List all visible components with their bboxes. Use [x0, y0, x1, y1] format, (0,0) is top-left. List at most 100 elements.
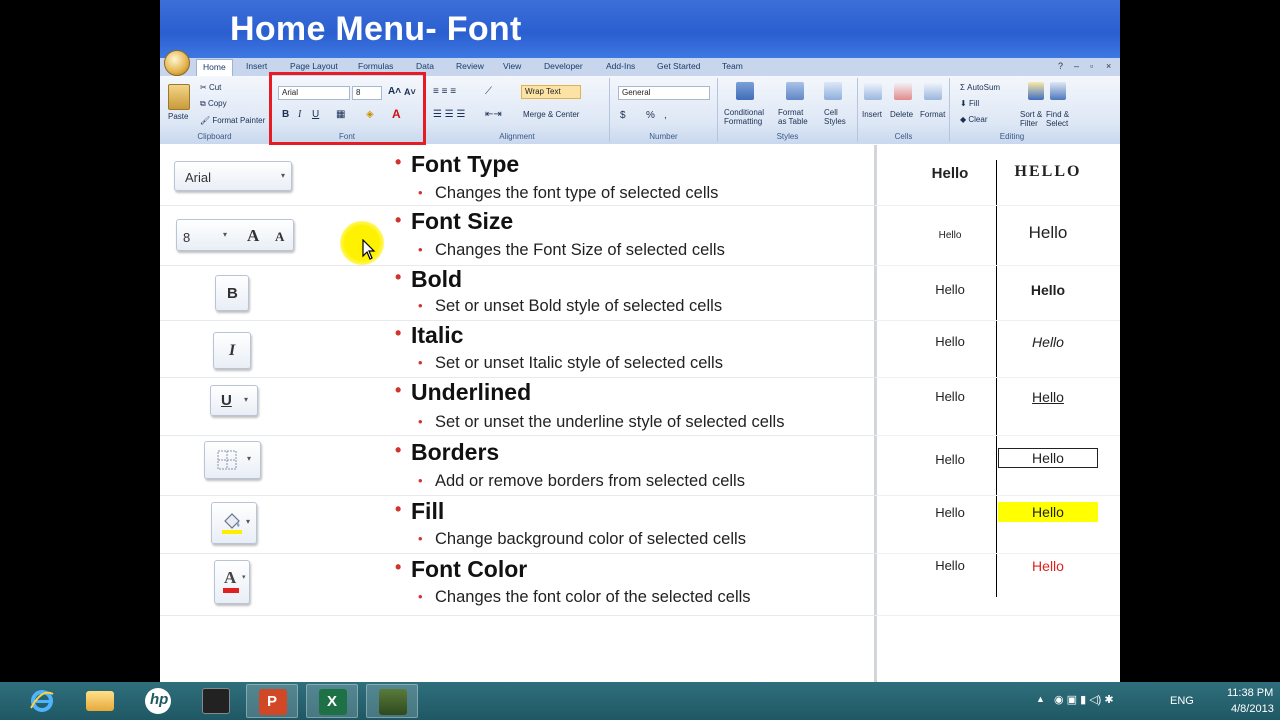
- find-select-label[interactable]: Find & Select: [1046, 110, 1069, 128]
- taskbar-excel[interactable]: X: [306, 684, 358, 718]
- column-divider: [874, 145, 877, 682]
- currency-button[interactable]: $: [620, 110, 626, 121]
- row-separator: [160, 205, 875, 206]
- delete-cells-icon[interactable]: [894, 82, 912, 100]
- close-icon[interactable]: ×: [1106, 61, 1111, 71]
- tab-review[interactable]: Review: [456, 61, 484, 71]
- slide-title-bar: Home Menu- Font: [160, 0, 1120, 60]
- example-before-bold: Hello: [935, 282, 965, 297]
- taskbar-file-explorer[interactable]: [74, 684, 126, 718]
- insert-cells-label[interactable]: Insert: [862, 110, 882, 119]
- autosum-button[interactable]: Σ AutoSum: [960, 83, 1000, 92]
- feature-title-font-type: Font Type: [411, 151, 520, 177]
- conditional-formatting-icon[interactable]: [736, 82, 754, 100]
- alignment-group-label: Alignment: [499, 132, 535, 141]
- clear-button[interactable]: ◆ Clear: [960, 115, 988, 124]
- media-icon: [202, 688, 230, 714]
- taskbar-app[interactable]: [366, 684, 418, 718]
- format-cells-icon[interactable]: [924, 82, 942, 100]
- row-separator: [160, 435, 875, 436]
- fill-button[interactable]: ⬇ Fill: [960, 99, 979, 108]
- format-painter-label: Format Painter: [212, 116, 266, 125]
- conditional-formatting-label[interactable]: Conditional Formatting: [724, 108, 764, 126]
- tab-home[interactable]: Home: [196, 59, 233, 76]
- sort-filter-icon[interactable]: [1028, 82, 1044, 100]
- feature-desc-bold: Set or unset Bold style of selected cell…: [435, 297, 723, 315]
- cells-group: Insert Delete Format Cells: [858, 78, 950, 142]
- feature-desc-italic: Set or unset Italic style of selected ce…: [435, 354, 723, 372]
- align-top-icon[interactable]: ≡ ≡ ≡: [433, 86, 456, 97]
- tab-formulas[interactable]: Formulas: [358, 61, 393, 71]
- taskbar-hp[interactable]: hp: [132, 684, 184, 718]
- cell-styles-label[interactable]: Cell Styles: [824, 108, 846, 126]
- tab-team[interactable]: Team: [722, 61, 743, 71]
- align-left-icon[interactable]: ☰ ☰ ☰: [433, 109, 465, 120]
- tab-view[interactable]: View: [503, 61, 521, 71]
- percent-button[interactable]: %: [646, 110, 655, 121]
- example-after-font-color: Hello: [1032, 558, 1064, 574]
- clipboard-group: Paste ✂ Cut ⧉ Copy 🖌 Format Painter Clip…: [160, 78, 270, 142]
- insert-cells-icon[interactable]: [864, 82, 882, 100]
- hp-icon: hp: [145, 688, 171, 714]
- copy-button[interactable]: ⧉ Copy: [200, 99, 227, 109]
- sub-bullet-icon: •: [418, 473, 423, 488]
- sub-bullet-icon: •: [418, 185, 423, 200]
- font-color-glyph: A: [224, 568, 237, 587]
- tab-page-layout[interactable]: Page Layout: [290, 61, 338, 71]
- comma-button[interactable]: ,: [664, 110, 667, 121]
- find-select-icon[interactable]: [1050, 82, 1066, 100]
- office-button-icon[interactable]: [164, 50, 190, 76]
- clock-date[interactable]: 4/8/2013: [1231, 703, 1274, 715]
- styles-group: Conditional Formatting Format as Table Cel…: [718, 78, 858, 142]
- sort-filter-label[interactable]: Sort & Filter: [1020, 110, 1042, 128]
- feature-desc-font-size: Changes the Font Size of selected cells: [435, 241, 725, 259]
- merge-center-button[interactable]: Merge & Center: [523, 110, 579, 119]
- chevron-down-icon: ▾: [244, 395, 249, 404]
- screen: Home Menu- Font Home Insert Page Layout …: [0, 0, 1280, 720]
- help-icon[interactable]: ?: [1058, 61, 1063, 71]
- language-indicator[interactable]: ENG: [1170, 695, 1194, 707]
- row-separator: [875, 553, 1120, 554]
- example-after-font-type: HELLO: [1014, 163, 1082, 180]
- font-size-value: 8: [183, 230, 191, 245]
- taskbar-internet-explorer[interactable]: [16, 684, 68, 718]
- windows-taskbar: hp P X ▲ ◉ ▣ ▮ ◁) ✱ ENG 11:38 PM 4/8/201…: [0, 682, 1280, 720]
- tab-add-ins[interactable]: Add-Ins: [606, 61, 635, 71]
- taskbar-media[interactable]: [190, 684, 242, 718]
- number-format-select[interactable]: General: [618, 86, 710, 100]
- slide-content: Arial ▾ • Font Type • Changes the font t…: [160, 145, 1120, 682]
- sub-bullet-icon: •: [418, 298, 423, 313]
- feature-desc-borders: Add or remove borders from selected cell…: [435, 472, 745, 490]
- format-cells-label[interactable]: Format: [920, 110, 945, 119]
- indent-icon[interactable]: ⇤⇥: [485, 109, 502, 120]
- tray-app-icons[interactable]: ◉ ▣ ▮ ◁) ✱: [1054, 693, 1114, 706]
- paste-icon[interactable]: [168, 84, 190, 110]
- cell-styles-icon[interactable]: [824, 82, 842, 100]
- row-separator: [875, 495, 1120, 496]
- orientation-icon[interactable]: ⟋: [485, 86, 492, 97]
- format-as-table-label[interactable]: Format as Table: [778, 108, 808, 126]
- wrap-text-button[interactable]: Wrap Text: [521, 85, 581, 99]
- format-as-table-icon[interactable]: [786, 82, 804, 100]
- show-hidden-icons-icon[interactable]: ▲: [1036, 694, 1045, 704]
- feature-title-font-size: Font Size: [411, 208, 514, 234]
- cut-button[interactable]: ✂ Cut: [200, 83, 221, 92]
- format-painter-button[interactable]: 🖌 Format Painter: [200, 116, 265, 125]
- paste-label[interactable]: Paste: [168, 112, 188, 121]
- feature-desc-underlined: Set or unset the underline style of sele…: [435, 413, 785, 431]
- tab-insert[interactable]: Insert: [246, 61, 267, 71]
- tab-data[interactable]: Data: [416, 61, 434, 71]
- restore-icon[interactable]: ▫: [1090, 61, 1093, 71]
- feature-desc-font-type: Changes the font type of selected cells: [435, 184, 719, 202]
- system-tray: ▲ ◉ ▣ ▮ ◁) ✱ ENG 11:38 PM 4/8/2013: [1020, 682, 1280, 720]
- styles-group-label: Styles: [776, 132, 799, 141]
- delete-cells-label[interactable]: Delete: [890, 110, 913, 119]
- tab-get-started[interactable]: Get Started: [657, 61, 700, 71]
- sub-bullet-icon: •: [418, 414, 423, 429]
- clock-time[interactable]: 11:38 PM: [1227, 687, 1273, 699]
- tab-developer[interactable]: Developer: [544, 61, 583, 71]
- minimize-icon[interactable]: –: [1074, 61, 1079, 71]
- taskbar-powerpoint[interactable]: P: [246, 684, 298, 718]
- example-divider: [996, 160, 997, 597]
- italic-button-icon: I: [213, 332, 251, 369]
